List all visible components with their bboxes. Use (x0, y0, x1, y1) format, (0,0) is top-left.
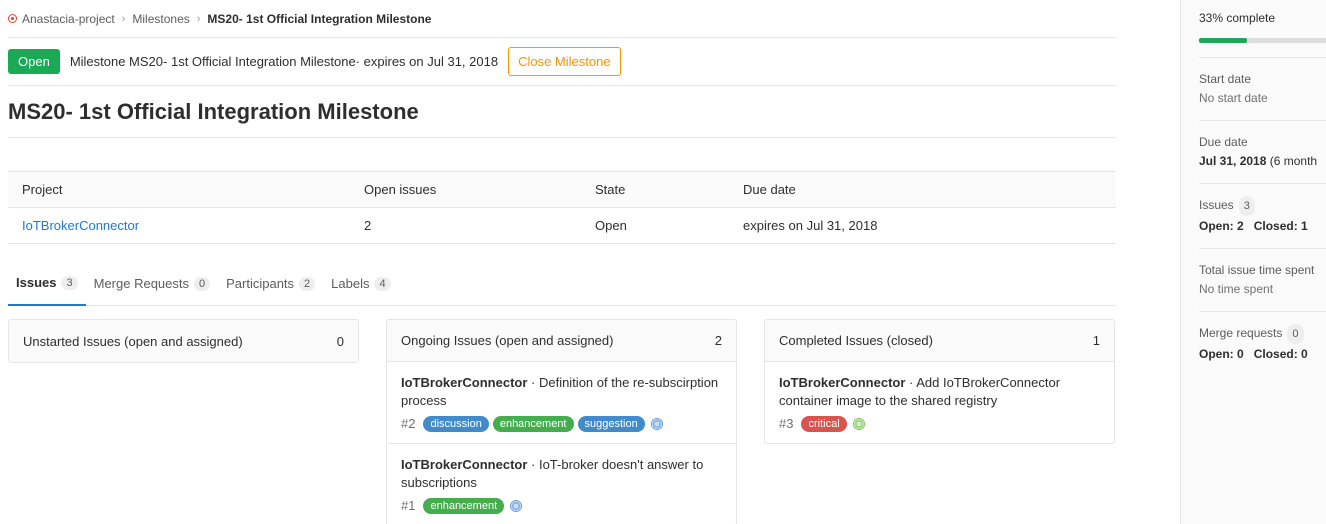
issue-card[interactable]: IoTBrokerConnector · IoT-broker doesn't … (387, 444, 736, 524)
completed-issues-board: Completed Issues (closed) 1 IoTBrokerCon… (764, 319, 1115, 444)
tab-label: Participants (226, 276, 295, 291)
issue-meta: #3 critical (779, 415, 1100, 433)
issue-meta: #2 discussion enhancement suggestion (401, 415, 722, 433)
board-title: Unstarted Issues (open and assigned) (23, 333, 243, 349)
label-discussion[interactable]: discussion (423, 416, 489, 432)
due-date-cell: expires on Jul 31, 2018 (729, 207, 1116, 244)
progress-bar (1199, 38, 1326, 43)
due-date-remaining: (6 month (1266, 154, 1318, 168)
issues-block: Issues 3 Open: 2 Closed: 1 (1199, 184, 1326, 249)
project-avatar-icon (8, 14, 17, 23)
issues-title: Issues 3 (1199, 196, 1326, 216)
issues-closed-link[interactable]: Closed: 1 (1254, 219, 1308, 233)
merge-requests-title: Merge requests 0 (1199, 324, 1326, 344)
issue-project: IoTBrokerConnector (401, 457, 528, 472)
merge-requests-counts: Open: 0 Closed: 0 (1199, 344, 1326, 364)
mr-open-link[interactable]: Open: 0 (1199, 347, 1244, 361)
issues-counts: Open: 2 Closed: 1 (1199, 216, 1326, 236)
close-milestone-button[interactable]: Close Milestone (508, 47, 621, 76)
milestone-detail-bar: Open Milestone MS20- 1st Official Integr… (8, 38, 1116, 86)
tab-issues[interactable]: Issues 3 (8, 262, 86, 306)
unstarted-issues-board: Unstarted Issues (open and assigned) 0 (8, 319, 359, 363)
time-spent-value: No time spent (1199, 282, 1274, 296)
tab-label: Issues (16, 275, 57, 290)
count-badge: 0 (1287, 324, 1304, 344)
chevron-right-icon: › (121, 12, 126, 25)
ongoing-issues-board: Ongoing Issues (open and assigned) 2 IoT… (386, 319, 737, 524)
progress-bar-fill (1199, 38, 1248, 43)
table-row: IoTBrokerConnector 2 Open expires on Jul… (8, 207, 1116, 244)
breadcrumb-milestones[interactable]: Milestones (132, 12, 189, 26)
column-header: Project (8, 171, 350, 208)
issue-card[interactable]: IoTBrokerConnector · Definition of the r… (387, 362, 736, 444)
count-badge: 3 (1238, 196, 1255, 216)
label-enhancement[interactable]: enhancement (492, 416, 574, 432)
issue-card[interactable]: IoTBrokerConnector · Add IoTBrokerConnec… (765, 362, 1114, 443)
assignee-avatar-icon[interactable] (510, 500, 523, 512)
board-header: Unstarted Issues (open and assigned) 0 (9, 320, 358, 362)
status-badge: Open (8, 49, 60, 74)
main-content: Anastacia-project › Milestones › MS20- 1… (8, 0, 1116, 306)
label-critical[interactable]: critical (801, 416, 847, 432)
page-title: MS20- 1st Official Integration Milestone (8, 86, 1116, 138)
breadcrumb: Anastacia-project › Milestones › MS20- 1… (8, 0, 1116, 38)
assignee-avatar-icon[interactable] (650, 418, 663, 430)
due-date-block: Due date Jul 31, 2018 (6 month (1199, 121, 1326, 184)
board-header: Completed Issues (closed) 1 (765, 320, 1114, 362)
issue-number: #3 (779, 416, 794, 431)
project-link[interactable]: IoTBrokerConnector (22, 218, 139, 233)
due-date-title: Due date (1199, 135, 1248, 149)
board-title: Ongoing Issues (open and assigned) (401, 333, 614, 348)
count-badge: 4 (374, 276, 391, 291)
count-badge: 2 (299, 276, 316, 291)
time-spent-block: Total issue time spent No time spent (1199, 249, 1326, 312)
milestone-sidebar: 33% complete Start date No start date Du… (1180, 0, 1326, 524)
issue-project: IoTBrokerConnector (401, 375, 528, 390)
due-date-value: Jul 31, 2018 (6 month (1199, 151, 1326, 171)
start-date-value: No start date (1199, 91, 1268, 105)
column-header: Due date (729, 171, 1116, 208)
breadcrumb-current[interactable]: MS20- 1st Official Integration Milestone (207, 12, 431, 26)
merge-requests-block: Merge requests 0 Open: 0 Closed: 0 (1199, 312, 1326, 376)
state-cell: Open (581, 207, 729, 244)
issue-number: #1 (401, 498, 416, 513)
label-enhancement[interactable]: enhancement (423, 498, 505, 514)
tab-labels[interactable]: Labels 4 (323, 262, 398, 306)
issue-project: IoTBrokerConnector (779, 375, 906, 390)
start-date-title: Start date (1199, 72, 1252, 86)
column-header: State (581, 171, 729, 208)
count-badge: 3 (61, 275, 78, 290)
issue-meta: #1 enhancement (401, 497, 722, 515)
issue-number: #2 (401, 416, 416, 431)
progress-text: 33% complete (1199, 11, 1276, 25)
merge-requests-title-text: Merge requests (1199, 326, 1283, 340)
breadcrumb-project[interactable]: Anastacia-project (22, 12, 115, 26)
tab-merge-requests[interactable]: Merge Requests 0 (86, 262, 219, 306)
assignee-avatar-icon[interactable] (852, 418, 865, 430)
tab-label: Merge Requests (93, 276, 189, 291)
due-date-text: Jul 31, 2018 (1199, 154, 1267, 168)
count-badge: 0 (194, 276, 211, 291)
issues-title-text: Issues (1199, 198, 1234, 212)
milestone-description: Milestone MS20- 1st Official Integration… (69, 54, 499, 69)
chevron-right-icon: › (196, 12, 201, 25)
start-date-block: Start date No start date (1199, 57, 1326, 121)
board-count: 2 (714, 333, 722, 348)
mr-closed-link[interactable]: Closed: 0 (1254, 347, 1308, 361)
table-header-row: Project Open issues State Due date (8, 171, 1116, 208)
tab-participants[interactable]: Participants 2 (218, 262, 323, 306)
board-count: 0 (336, 333, 344, 349)
board-title: Completed Issues (closed) (779, 333, 933, 348)
projects-table: Project Open issues State Due date IoTBr… (8, 171, 1116, 244)
issues-open-link[interactable]: Open: 2 (1199, 219, 1244, 233)
time-spent-title: Total issue time spent (1199, 263, 1315, 277)
column-header: Open issues (350, 171, 581, 208)
board-header: Ongoing Issues (open and assigned) 2 (387, 320, 736, 362)
open-issues-cell: 2 (350, 207, 581, 244)
progress-block: 33% complete (1199, 0, 1326, 53)
label-suggestion[interactable]: suggestion (577, 416, 645, 432)
milestone-tabs: Issues 3 Merge Requests 0 Participants 2… (8, 262, 1116, 306)
board-count: 1 (1092, 333, 1100, 348)
tab-label: Labels (331, 276, 370, 291)
